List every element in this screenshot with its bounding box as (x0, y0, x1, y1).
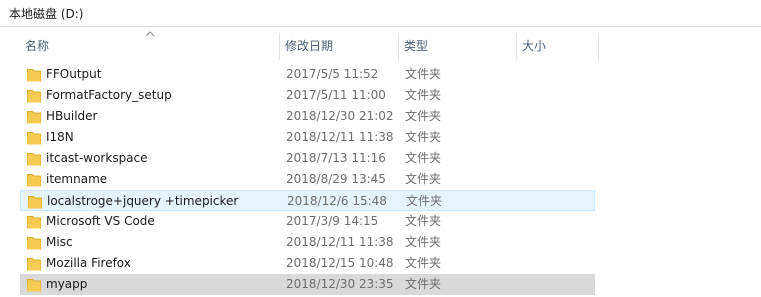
file-row[interactable]: Microsoft VS Code 2017/3/9 14:15 文件夹 (20, 211, 595, 232)
file-type: 文件夹 (405, 109, 442, 123)
file-name: itcast-workspace (46, 151, 148, 165)
column-divider[interactable] (598, 33, 599, 60)
folder-icon (27, 216, 41, 229)
file-row[interactable]: I18N 2018/12/11 11:38 文件夹 (20, 127, 595, 148)
file-name: Microsoft VS Code (46, 214, 155, 228)
file-type: 文件夹 (405, 277, 442, 291)
file-modified-date: 2017/5/11 11:00 (286, 88, 386, 102)
file-type: 文件夹 (406, 194, 443, 208)
file-type: 文件夹 (405, 130, 442, 144)
file-modified-date: 2018/12/30 21:02 (286, 109, 394, 123)
breadcrumb[interactable]: 本地磁盘 (D:) (9, 5, 83, 22)
column-header-row: 名称 修改日期 类型 大小 (0, 31, 761, 60)
file-modified-date: 2018/7/13 11:16 (286, 151, 386, 165)
file-type: 文件夹 (405, 256, 442, 270)
file-name: localstroge+jquery +timepicker (47, 194, 239, 208)
folder-icon (28, 196, 42, 209)
file-row[interactable]: HBuilder 2018/12/30 21:02 文件夹 (20, 106, 595, 127)
file-modified-date: 2018/12/11 11:38 (286, 235, 394, 249)
file-type: 文件夹 (405, 235, 442, 249)
file-row[interactable]: localstroge+jquery +timepicker 2018/12/6 … (20, 190, 595, 211)
column-header-name[interactable]: 名称 (20, 33, 280, 60)
folder-icon (27, 153, 41, 166)
file-name: I18N (46, 130, 74, 144)
file-modified-date: 2018/8/29 13:45 (286, 172, 386, 186)
file-modified-date: 2018/12/11 11:38 (286, 130, 394, 144)
file-name: HBuilder (46, 109, 98, 123)
file-name: Misc (46, 235, 73, 249)
folder-icon (27, 174, 41, 187)
file-modified-date: 2018/12/6 15:48 (287, 194, 387, 208)
folder-icon (27, 90, 41, 103)
file-type: 文件夹 (405, 88, 442, 102)
file-type: 文件夹 (405, 214, 442, 228)
folder-icon (27, 237, 41, 250)
folder-icon (27, 258, 41, 271)
file-type: 文件夹 (405, 67, 442, 81)
folder-icon (27, 69, 41, 82)
address-bar[interactable]: 本地磁盘 (D:) (0, 0, 761, 27)
file-name: FormatFactory_setup (46, 88, 172, 102)
file-row[interactable]: itcast-workspace 2018/7/13 11:16 文件夹 (20, 148, 595, 169)
file-modified-date: 2017/5/5 11:52 (286, 67, 379, 81)
file-row[interactable]: FFOutput 2017/5/5 11:52 文件夹 (20, 64, 595, 85)
file-explorer-window: 本地磁盘 (D:) 名称 修改日期 类型 大小 FFOutput 2017/5/5… (0, 0, 761, 297)
column-header-size[interactable]: 大小 (517, 33, 599, 60)
folder-icon (27, 279, 41, 292)
column-header-type[interactable]: 类型 (399, 33, 517, 60)
file-type: 文件夹 (405, 172, 442, 186)
folder-icon (27, 111, 41, 124)
file-modified-date: 2017/3/9 14:15 (286, 214, 379, 228)
file-modified-date: 2018/12/15 10:48 (286, 256, 394, 270)
column-header-date[interactable]: 修改日期 (280, 33, 399, 60)
file-row[interactable]: myapp 2018/12/30 23:35 文件夹 (20, 274, 595, 295)
file-row[interactable]: itemname 2018/8/29 13:45 文件夹 (20, 169, 595, 190)
file-row[interactable]: Misc 2018/12/11 11:38 文件夹 (20, 232, 595, 253)
file-name: itemname (46, 172, 108, 186)
folder-icon (27, 132, 41, 145)
file-name: myapp (46, 277, 88, 291)
file-row[interactable]: FormatFactory_setup 2017/5/11 11:00 文件夹 (20, 85, 595, 106)
file-type: 文件夹 (405, 151, 442, 165)
file-row[interactable]: Mozilla Firefox 2018/12/15 10:48 文件夹 (20, 253, 595, 274)
file-name: Mozilla Firefox (46, 256, 131, 270)
file-modified-date: 2018/12/30 23:35 (286, 277, 394, 291)
file-name: FFOutput (46, 67, 102, 81)
